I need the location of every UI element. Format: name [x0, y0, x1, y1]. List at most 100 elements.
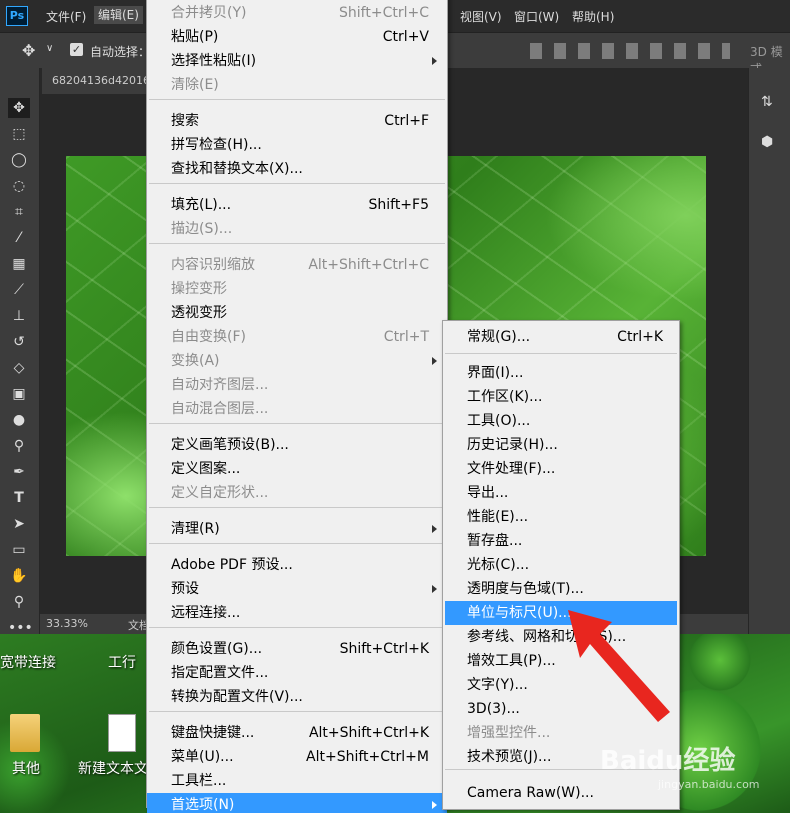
- edit-menu-item[interactable]: 透视变形: [147, 301, 447, 325]
- edit-menu-item[interactable]: 键盘快捷键... Alt+Shift+Ctrl+K: [147, 721, 447, 745]
- autoselect-checkbox[interactable]: ✓: [70, 43, 83, 56]
- edit-menu-item[interactable]: 转换为配置文件(V)...: [147, 685, 447, 709]
- preferences-menu-item[interactable]: 文件处理(F)...: [445, 457, 677, 481]
- edit-menu-item[interactable]: 工具栏...: [147, 769, 447, 793]
- menu-item-label: 远程连接...: [171, 605, 241, 621]
- text-file-icon[interactable]: [108, 714, 136, 752]
- menu-view[interactable]: 视图(V): [460, 8, 502, 25]
- preferences-menu-item[interactable]: 界面(I)...: [445, 361, 677, 385]
- brush-tool-icon[interactable]: ⟋: [8, 280, 30, 300]
- menu-item-shortcut: Shift+Ctrl+C: [339, 5, 429, 21]
- menu-item-shortcut: Alt+Shift+Ctrl+C: [308, 257, 429, 273]
- preferences-menu-item[interactable]: 光标(C)...: [445, 553, 677, 577]
- preferences-menu-item[interactable]: 工作区(K)...: [445, 385, 677, 409]
- edit-menu-item[interactable]: 预设: [147, 577, 447, 601]
- eyedropper-icon[interactable]: ⁄: [8, 228, 30, 248]
- edit-menu-item[interactable]: 颜色设置(G)... Shift+Ctrl+K: [147, 637, 447, 661]
- menu-item-label: 文字(Y)...: [467, 677, 528, 693]
- menu-item-label: 工具(O)...: [467, 413, 531, 429]
- edit-menu-item[interactable]: 清理(R): [147, 517, 447, 541]
- crop-tool-icon[interactable]: ⌗: [8, 202, 30, 222]
- menu-item-label: 定义图案...: [171, 461, 241, 477]
- menu-file[interactable]: 文件(F): [46, 8, 86, 25]
- submenu-arrow-icon: [432, 357, 437, 365]
- blur-tool-icon[interactable]: ●: [8, 410, 30, 430]
- edit-menu-item: 合并拷贝(Y) Shift+Ctrl+C: [147, 1, 447, 25]
- menu-item-label: 透明度与色域(T)...: [467, 581, 584, 597]
- preferences-menu-item[interactable]: Camera Raw(W)...: [445, 781, 677, 805]
- menu-edit[interactable]: 编辑(E): [94, 6, 143, 24]
- preferences-menu-item[interactable]: 导出...: [445, 481, 677, 505]
- move-tool-icon[interactable]: ✥: [8, 98, 30, 118]
- menu-window[interactable]: 窗口(W): [514, 8, 559, 25]
- desktop-icon-label[interactable]: 宽带连接: [0, 652, 56, 672]
- preferences-menu-item[interactable]: 暂存盘...: [445, 529, 677, 553]
- menu-separator: [445, 353, 677, 354]
- menu-item-label: 自动混合图层...: [171, 401, 269, 417]
- preferences-menu-item[interactable]: 常规(G)... Ctrl+K: [445, 325, 677, 349]
- dodge-tool-icon[interactable]: ⚲: [8, 436, 30, 456]
- right-panel-dock: ⇅ ⬢: [748, 68, 790, 634]
- edit-menu-item[interactable]: 指定配置文件...: [147, 661, 447, 685]
- edit-menu-item[interactable]: 菜单(U)... Alt+Shift+Ctrl+M: [147, 745, 447, 769]
- edit-menu-item[interactable]: Adobe PDF 预设...: [147, 553, 447, 577]
- rectangle-tool-icon[interactable]: ▭: [8, 540, 30, 560]
- path-select-icon[interactable]: ➤: [8, 514, 30, 534]
- type-tool-icon[interactable]: T: [8, 488, 30, 508]
- desktop-icon-label[interactable]: 新建文本文: [78, 758, 148, 778]
- preferences-menu-item[interactable]: 性能(E)...: [445, 505, 677, 529]
- edit-menu: 合并拷贝(Y) Shift+Ctrl+C 粘贴(P) Ctrl+V 选择性粘贴(I) 清除…: [146, 0, 448, 813]
- menu-item-label: 透视变形: [171, 305, 227, 321]
- quick-select-icon[interactable]: ◌: [8, 176, 30, 196]
- 3d-panel-icon[interactable]: ⬢: [761, 134, 773, 150]
- edit-menu-item[interactable]: 拼写检查(H)...: [147, 133, 447, 157]
- align-buttons[interactable]: [530, 43, 730, 59]
- menu-item-label: 预设: [171, 581, 199, 597]
- edit-menu-item[interactable]: 搜索 Ctrl+F: [147, 109, 447, 133]
- menu-help[interactable]: 帮助(H): [572, 8, 614, 25]
- history-brush-icon[interactable]: ↺: [8, 332, 30, 352]
- edit-menu-item[interactable]: 查找和替换文本(X)...: [147, 157, 447, 181]
- pen-tool-icon[interactable]: ✒: [8, 462, 30, 482]
- edit-menu-item: 自动对齐图层...: [147, 373, 447, 397]
- eraser-icon[interactable]: ◇: [8, 358, 30, 378]
- edit-menu-item[interactable]: 选择性粘贴(I): [147, 49, 447, 73]
- menu-item-shortcut: Ctrl+V: [382, 29, 429, 45]
- preferences-menu-item[interactable]: 工具(O)...: [445, 409, 677, 433]
- desktop-icon-label[interactable]: 工行: [108, 652, 136, 672]
- document-tab[interactable]: 68204136d42016: [42, 68, 152, 94]
- zoom-tool-icon[interactable]: ⚲: [8, 592, 30, 612]
- edit-menu-item[interactable]: 定义画笔预设(B)...: [147, 433, 447, 457]
- more-tools-icon[interactable]: •••: [8, 618, 33, 638]
- stamp-tool-icon[interactable]: ⊥: [8, 306, 30, 326]
- preferences-menu-item[interactable]: 透明度与色域(T)...: [445, 577, 677, 601]
- menu-item-shortcut: Alt+Shift+Ctrl+M: [306, 749, 429, 765]
- submenu-arrow-icon: [432, 57, 437, 65]
- edit-menu-item[interactable]: 定义图案...: [147, 457, 447, 481]
- folder-icon[interactable]: [10, 714, 40, 752]
- edit-menu-item[interactable]: 首选项(N): [147, 793, 447, 813]
- zoom-level[interactable]: 33.33%: [46, 617, 88, 630]
- edit-menu-item[interactable]: 粘贴(P) Ctrl+V: [147, 25, 447, 49]
- chevron-down-icon[interactable]: ∨: [46, 43, 53, 54]
- menu-item-label: 菜单(U)...: [171, 749, 234, 765]
- lasso-tool-icon[interactable]: ◯: [8, 150, 30, 170]
- preferences-submenu: 常规(G)... Ctrl+K 界面(I)... 工作区(K)... 工具(O)... 历…: [442, 320, 680, 810]
- hand-tool-icon[interactable]: ✋: [8, 566, 30, 586]
- menu-item-label: 3D(3)...: [467, 701, 520, 717]
- move-icon[interactable]: ✥: [22, 41, 35, 60]
- marquee-tool-icon[interactable]: ⬚: [8, 124, 30, 144]
- edit-menu-item[interactable]: 填充(L)... Shift+F5: [147, 193, 447, 217]
- edit-menu-item[interactable]: 远程连接...: [147, 601, 447, 625]
- preferences-menu-item[interactable]: 历史记录(H)...: [445, 433, 677, 457]
- healing-brush-icon[interactable]: ▦: [8, 254, 30, 274]
- edit-menu-item: 变换(A): [147, 349, 447, 373]
- menu-item-label: 增效工具(P)...: [467, 653, 556, 669]
- menu-separator: [149, 711, 445, 712]
- menu-item-label: 变换(A): [171, 353, 220, 369]
- desktop-icon-label[interactable]: 其他: [12, 758, 40, 778]
- edit-menu-item: 自动混合图层...: [147, 397, 447, 421]
- gradient-tool-icon[interactable]: ▣: [8, 384, 30, 404]
- menu-item-label: 单位与标尺(U)...: [467, 605, 572, 621]
- history-panel-icon[interactable]: ⇅: [761, 94, 773, 110]
